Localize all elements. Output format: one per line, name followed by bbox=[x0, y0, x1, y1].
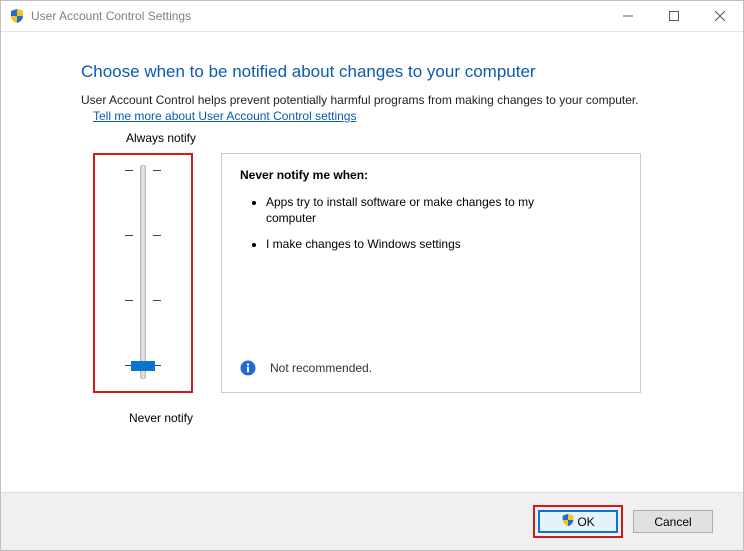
notification-slider[interactable] bbox=[93, 153, 193, 393]
ok-button[interactable]: OK bbox=[538, 510, 618, 533]
close-button[interactable] bbox=[697, 1, 743, 31]
title-bar: User Account Control Settings bbox=[1, 1, 743, 32]
slider-tick bbox=[153, 235, 161, 237]
info-bullet-item: I make changes to Windows settings bbox=[266, 236, 622, 252]
window-controls bbox=[605, 1, 743, 31]
slider-thumb[interactable] bbox=[131, 361, 155, 371]
slider-bottom-label: Never notify bbox=[91, 411, 231, 425]
slider-tick bbox=[125, 170, 133, 172]
slider-tick bbox=[125, 235, 133, 237]
slider-tick bbox=[125, 300, 133, 302]
recommendation-row: Not recommended. bbox=[240, 360, 622, 382]
ok-highlight: OK bbox=[533, 505, 623, 538]
info-heading: Never notify me when: bbox=[240, 168, 622, 182]
settings-area: Always notify Never notify Never notify … bbox=[81, 139, 703, 439]
dialog-footer: OK Cancel bbox=[1, 492, 743, 550]
uac-settings-window: User Account Control Settings Choose whe… bbox=[0, 0, 744, 551]
shield-icon bbox=[9, 8, 25, 24]
minimize-button[interactable] bbox=[605, 1, 651, 31]
cancel-button-label: Cancel bbox=[654, 515, 691, 529]
cancel-button[interactable]: Cancel bbox=[633, 510, 713, 533]
slider-track bbox=[140, 165, 146, 379]
recommendation-text: Not recommended. bbox=[270, 361, 372, 375]
info-bullets: Apps try to install software or make cha… bbox=[240, 194, 622, 263]
content-area: Choose when to be notified about changes… bbox=[1, 32, 743, 492]
page-heading: Choose when to be notified about changes… bbox=[81, 50, 703, 92]
maximize-button[interactable] bbox=[651, 1, 697, 31]
slider-top-label: Always notify bbox=[91, 131, 231, 145]
ok-button-label: OK bbox=[577, 515, 594, 529]
help-link[interactable]: Tell me more about User Account Control … bbox=[81, 109, 356, 123]
info-bullet-item: Apps try to install software or make cha… bbox=[266, 194, 622, 226]
shield-icon bbox=[561, 513, 575, 530]
window-title: User Account Control Settings bbox=[31, 9, 191, 23]
info-icon bbox=[240, 360, 256, 376]
page-description: User Account Control helps prevent poten… bbox=[81, 92, 703, 109]
slider-tick bbox=[153, 170, 161, 172]
slider-tick bbox=[153, 300, 161, 302]
info-panel: Never notify me when: Apps try to instal… bbox=[221, 153, 641, 393]
